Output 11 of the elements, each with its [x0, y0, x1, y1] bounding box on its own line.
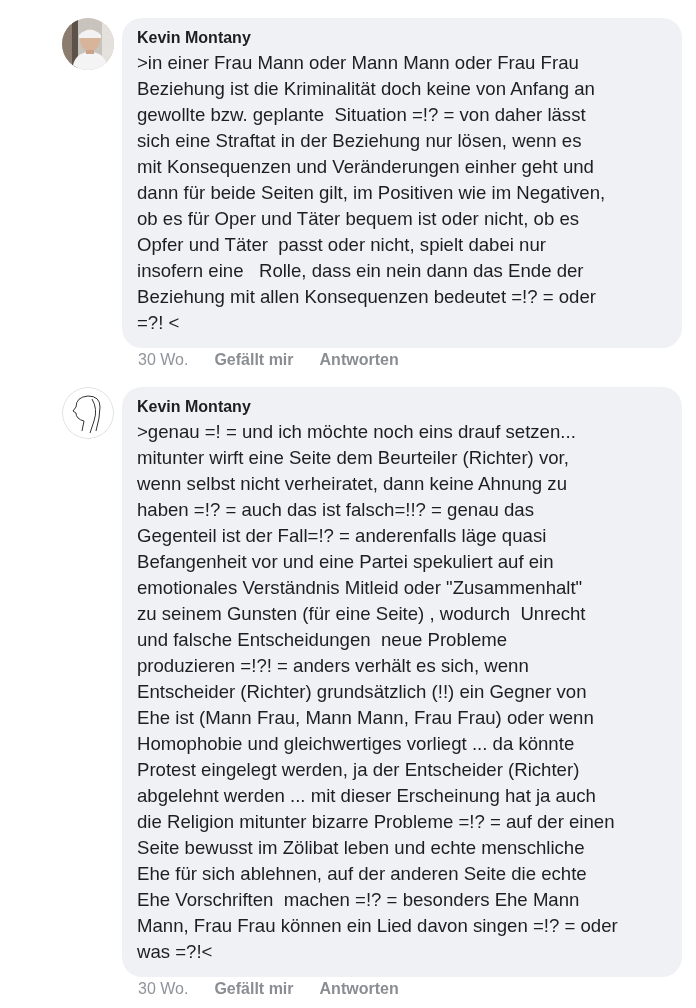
comment-text: >in einer Frau Mann oder Mann Mann oder Frau Frau Beziehung ist die Kriminalität doch keine von Anfang an gewollte bzw. geplante Situation =!? = von daher lässt sich eine Straftat in der Beziehung nur lösen, wenn es mit Konsequenzen und Veränderungen einher geht und dann für beide Seiten gilt, im Positiven wie im Negativen, ob es für Oper und Täter bequem ist oder nicht, ob es Opfer und Täter passt oder nicht, spielt dabei nur insofern eine Rolle, dass ein nein dann das Ende der Beziehung mit allen Konsequenzen bedeutet =!? = oder =?! < — [137, 51, 607, 335]
avatar-drawing — [62, 387, 114, 439]
author-name: Kevin Montany — [137, 397, 252, 417]
like-link[interactable]: Gefällt mir — [214, 351, 294, 369]
timestamp: 30 Wo. — [138, 980, 189, 998]
author-name: Kevin Montany — [137, 28, 252, 48]
comment-text: >genau =! = und ich möchte noch eins drauf setzen... mitunter wirft eine Seite dem Beurteiler (Richter) vor, wenn selbst nicht verheiratet, dann keine Ahnung zu haben =!? = auch das ist falsch=!!? = genau das Gegenteil ist der Fall=!? = anderenfalls läge quasi Befangenheit vor und eine Partei spekuliert auf ein emotionales Verständnis Mitleid oder "Zusammenhalt" zu seinem Gunsten (für eine Seite) , wodurch Unrecht und falsche Entscheidungen neue Probleme produzieren =!?! = anders verhält es sich, wenn Entscheider (Richter) grundsätzlich (!!) ein Gegner von Ehe ist (Mann Frau, Mann Mann, Frau Frau) oder wenn Homophobie und gleichwertiges vorliegt ... da könnte Protest eingelegt werden, ja der Entscheider (Richter) abgelehnt werden ... mit dieser Erscheinung hat ja auch die Religion mitunter bizarre Probleme =!? = auf der einen Seite bewusst im Zölibat leben und echte menschliche Ehe für sich ablehnen, auf der anderen Seite die echte Ehe Vorschriften machen =!? = besonders Ehe Mann Mann, Frau Frau können ein Lied davon singen =!? = oder was =?!< — [137, 420, 619, 964]
reply-link[interactable]: Antworten — [319, 351, 399, 369]
timestamp: 30 Wo. — [138, 351, 189, 369]
reply-link[interactable]: Antworten — [319, 980, 399, 998]
like-link[interactable]: Gefällt mir — [214, 980, 294, 998]
